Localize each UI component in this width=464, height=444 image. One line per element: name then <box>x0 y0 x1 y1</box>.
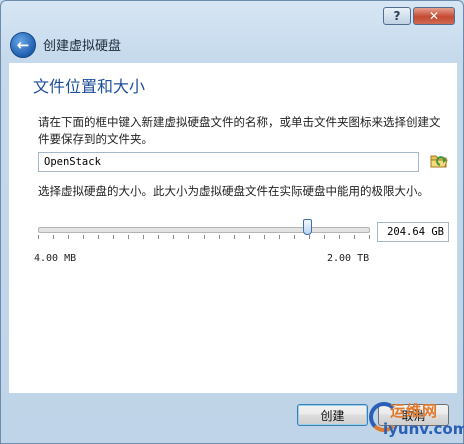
size-range-min: 4.00 MB <box>34 253 77 264</box>
back-arrow-icon[interactable]: ← <box>10 32 36 58</box>
wizard-page: 文件位置和大小 请在下面的框中键入新建虚拟硬盘文件的名称，或单击文件夹图标来选择… <box>9 63 457 393</box>
slider-tick <box>293 235 295 239</box>
slider-tick <box>113 235 115 239</box>
slider-tick <box>173 235 175 239</box>
size-range-max: 2.00 TB <box>327 253 370 264</box>
slider-tick <box>263 235 265 239</box>
size-value-input[interactable] <box>377 222 449 242</box>
size-slider-track[interactable] <box>38 227 370 233</box>
slider-tick <box>218 235 220 239</box>
size-slider-ticks <box>38 235 370 241</box>
dialog-window: ? ✕ ← 创建虚拟硬盘 文件位置和大小 请在下面的框中键入新建虚拟硬盘文件的名… <box>0 0 464 444</box>
slider-tick <box>143 235 145 239</box>
slider-tick <box>248 235 250 239</box>
slider-tick <box>203 235 205 239</box>
slider-tick <box>128 235 130 239</box>
help-button[interactable]: ? <box>383 7 411 25</box>
slider-tick <box>338 235 340 239</box>
cancel-button[interactable]: 取消 <box>378 404 449 426</box>
slider-tick <box>98 235 100 239</box>
slider-tick <box>308 235 310 239</box>
slider-tick <box>323 235 325 239</box>
slider-tick <box>38 235 39 239</box>
slider-tick <box>53 235 55 239</box>
close-button[interactable]: ✕ <box>413 7 455 25</box>
slider-tick <box>188 235 190 239</box>
slider-tick <box>233 235 235 239</box>
caption-buttons: ? ✕ <box>383 7 455 25</box>
slider-tick <box>83 235 85 239</box>
page-heading: 文件位置和大小 <box>33 77 146 96</box>
wizard-title: 创建虚拟硬盘 <box>43 39 122 54</box>
slider-tick <box>68 235 70 239</box>
slider-tick <box>278 235 280 239</box>
create-button[interactable]: 创建 <box>297 404 368 426</box>
size-description: 选择虚拟硬盘的大小。此大小为虚拟硬盘文件在实际硬盘中能用的极限大小。 <box>38 184 429 198</box>
slider-tick <box>353 235 355 239</box>
location-description: 请在下面的框中键入新建虚拟硬盘文件的名称，或单击文件夹图标来选择创建文件要保存到… <box>38 115 441 146</box>
size-slider-thumb[interactable] <box>302 219 312 235</box>
slider-tick <box>369 235 370 239</box>
file-location-input[interactable] <box>38 152 419 172</box>
slider-tick <box>158 235 160 239</box>
folder-browse-icon[interactable] <box>430 152 448 170</box>
